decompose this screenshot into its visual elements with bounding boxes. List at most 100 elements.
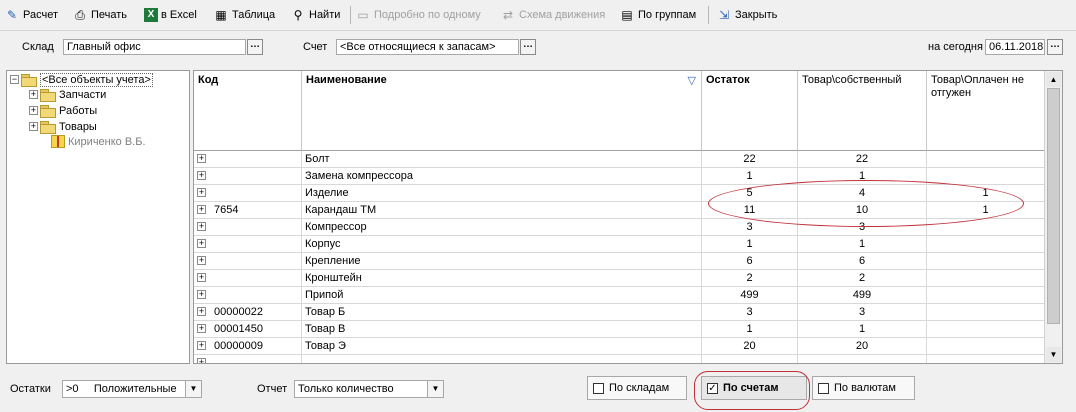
cell-own: 2 (798, 270, 927, 287)
report-select[interactable]: Только количество ▼ (294, 380, 444, 398)
expand-row-icon[interactable]: + (197, 171, 206, 180)
expand-row-icon[interactable]: + (197, 188, 206, 197)
date-field[interactable]: 06.11.2018 (985, 39, 1045, 55)
scroll-down-icon[interactable]: ▼ (1046, 347, 1061, 362)
collapse-icon[interactable]: − (10, 75, 19, 84)
by-groups-button[interactable]: ▤ По группам (619, 5, 696, 24)
account-picker-button[interactable]: … (520, 39, 536, 55)
objects-tree[interactable]: − <Все объекты учета> + Запчасти + Работ… (6, 70, 190, 364)
toolbar-separator (350, 6, 351, 24)
column-header-code[interactable]: Код (194, 71, 302, 151)
calculate-button[interactable]: ✎ Расчет (4, 5, 58, 24)
cell-code: +00000022 (194, 304, 302, 321)
warehouse-field[interactable]: Главный офис (63, 39, 246, 55)
vertical-scrollbar[interactable]: ▲ ▼ (1044, 71, 1062, 363)
cell-text: 22 (855, 153, 869, 165)
filter-icon[interactable]: ▽ (688, 74, 696, 87)
expand-row-icon[interactable]: + (197, 307, 206, 316)
cell-own: 3 (798, 304, 927, 321)
table-row[interactable]: +00000022 Товар Б33 (194, 304, 1045, 321)
cell-balance: 2 (702, 270, 798, 287)
column-header-balance[interactable]: Остаток (702, 71, 798, 151)
column-header-name[interactable]: Наименование ▽ (302, 71, 702, 151)
expand-row-icon[interactable]: + (197, 239, 206, 248)
table-row[interactable]: + Корпус 1 1 (194, 236, 1045, 253)
cell-text: 2 (746, 272, 753, 284)
cell-text: 1 (858, 323, 866, 335)
close-button[interactable]: ⇲ Закрыть (716, 5, 777, 24)
groups-icon: ▤ (621, 7, 633, 22)
chevron-down-icon[interactable]: ▼ (185, 381, 201, 397)
table-row[interactable]: + Крепление 6 6 (194, 253, 1045, 270)
expand-row-icon[interactable]: + (197, 222, 206, 231)
by-currency-label: По валютам (834, 382, 896, 394)
balances-select[interactable]: >0 Положительные ▼ (62, 380, 202, 398)
balances-label: Остатки (10, 383, 51, 395)
cell-text: 1 (746, 170, 753, 182)
table-row[interactable]: +00000009 Товар Э 20 20 (194, 338, 1045, 355)
folder-icon (40, 88, 56, 102)
cell-text: Компрессор (305, 221, 367, 233)
cell-text: Замена компрессора (305, 170, 413, 182)
table-row[interactable]: + Болт 22 22 (194, 151, 1045, 168)
cell-code: + (194, 287, 302, 304)
cell-text: 1 (858, 238, 866, 250)
tree-item-person[interactable]: Кириченко В.Б. (51, 134, 146, 149)
details-button[interactable]: ▭ Подробно по одному (355, 5, 480, 24)
table-row[interactable]: +00001450 Товар В11 (194, 321, 1045, 338)
warehouse-picker-button[interactable]: … (247, 39, 263, 55)
expand-icon[interactable]: + (29, 122, 38, 131)
gift-icon (51, 135, 65, 148)
cell-own: 1 (798, 321, 927, 338)
tree-item-goods[interactable]: + Товары (29, 119, 97, 134)
table-row[interactable]: + Припой 499 499 (194, 287, 1045, 304)
expand-row-icon[interactable]: + (197, 256, 206, 265)
expand-row-icon[interactable]: + (197, 324, 206, 333)
account-field[interactable]: <Все относящиеся к запасам> (336, 39, 519, 55)
expand-row-icon[interactable]: + (197, 273, 206, 282)
expand-row-icon[interactable]: + (197, 341, 206, 350)
find-button[interactable]: ⚲ Найти (290, 5, 341, 24)
expand-row-icon[interactable]: + (197, 154, 206, 163)
scroll-up-icon[interactable]: ▲ (1046, 72, 1061, 87)
table-button[interactable]: ▦ Таблица (213, 5, 275, 24)
excel-icon: X (144, 7, 158, 22)
expand-icon[interactable]: + (29, 106, 38, 115)
print-button[interactable]: ⎙ Печать (72, 5, 127, 24)
cell-own: 6 (798, 253, 927, 270)
cell-name: Товар Э (302, 338, 702, 355)
cell-text: Карандаш ТМ (305, 204, 377, 216)
cell-code: + (194, 168, 302, 185)
calculator-icon: ✎ (6, 7, 18, 22)
cell-paid (927, 236, 1045, 253)
expand-row-icon[interactable]: + (197, 290, 206, 299)
cell-text: 3 (746, 306, 753, 318)
tree-root[interactable]: − <Все объекты учета> (10, 72, 153, 87)
excel-button[interactable]: X в Excel (144, 5, 197, 24)
column-header-paid[interactable]: Товар\Оплачен не отгужен (927, 71, 1045, 151)
cell-name: Болт (302, 151, 702, 168)
scroll-thumb[interactable] (1047, 88, 1060, 324)
expand-row-icon[interactable]: + (197, 205, 206, 214)
cell-own: 20 (798, 338, 927, 355)
chevron-down-icon[interactable]: ▼ (427, 381, 443, 397)
date-picker-button[interactable]: … (1047, 39, 1063, 55)
by-warehouse-toggle[interactable]: По складам (587, 376, 687, 400)
expand-row-icon[interactable]: + (197, 358, 206, 363)
by-currency-toggle[interactable]: По валютам (812, 376, 915, 400)
column-header-own[interactable]: Товар\собственный (798, 71, 927, 151)
tree-item-works[interactable]: + Работы (29, 103, 97, 118)
cell-text: 2 (858, 272, 866, 284)
date-label: на сегодня (928, 41, 983, 53)
calculate-label: Расчет (23, 8, 58, 21)
expand-icon[interactable]: + (29, 90, 38, 99)
cell-paid (927, 338, 1045, 355)
cell-name: Припой (302, 287, 702, 304)
checkbox-icon[interactable] (818, 382, 829, 394)
flow-scheme-button[interactable]: ⇄ Схема движения (500, 5, 605, 24)
cell-name: Кронштейн (302, 270, 702, 287)
tree-item-parts[interactable]: + Запчасти (29, 87, 106, 102)
table-row[interactable]: + Кронштейн 2 2 (194, 270, 1045, 287)
checkbox-icon[interactable] (593, 382, 604, 394)
balances-select-value: >0 Положительные (66, 383, 177, 395)
